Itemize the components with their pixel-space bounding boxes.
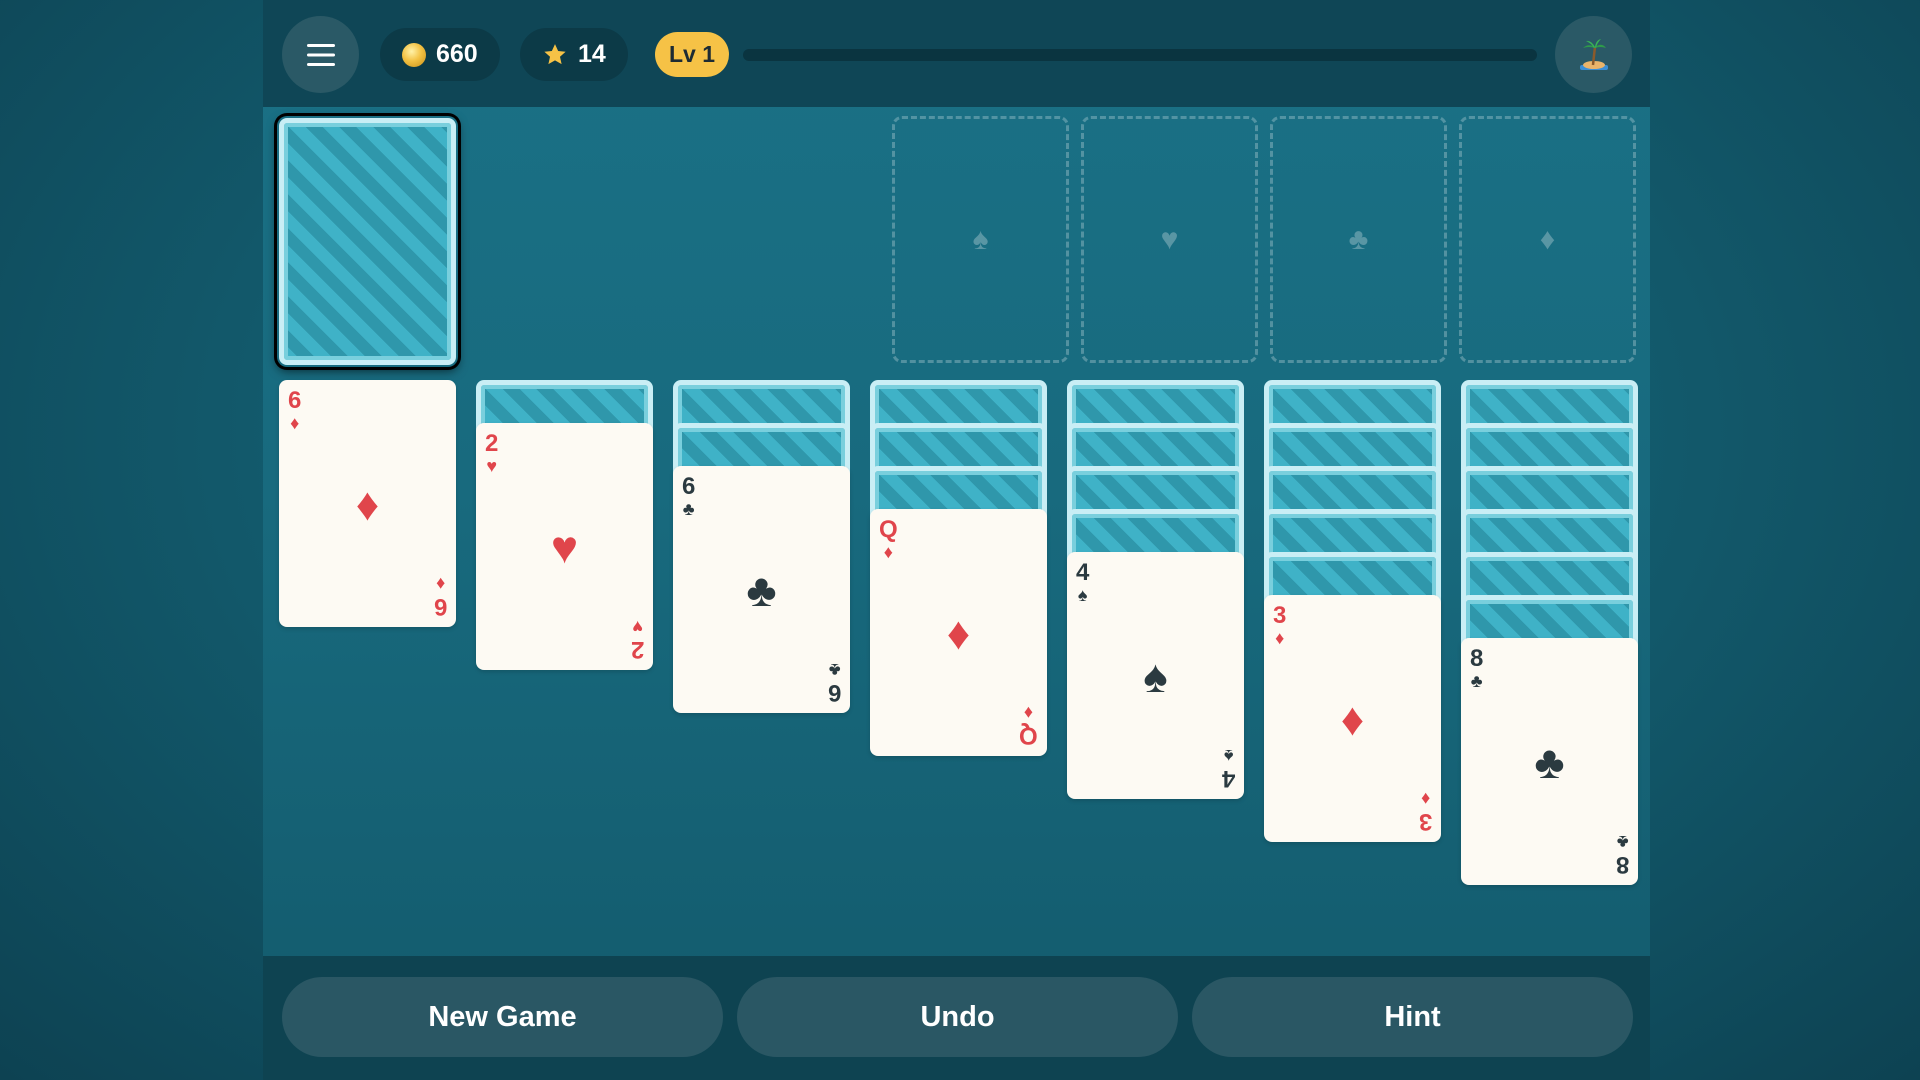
card-corner-bottom: 4 ♠ xyxy=(1221,746,1235,792)
card-suit-icon: ♦ xyxy=(883,542,893,562)
card-rank: 4 xyxy=(1221,765,1235,792)
card-rank: 8 xyxy=(1615,851,1629,878)
card-corner-top: 3 ♦ xyxy=(1273,602,1287,648)
card-rank: 2 xyxy=(630,636,644,663)
card-rank: 3 xyxy=(1273,602,1287,629)
clubs-placeholder-icon: ♣ xyxy=(1348,222,1369,256)
tableau-card[interactable]: 6 ♦ ♦ 6 ♦ xyxy=(279,380,456,627)
card-suit-icon: ♥ xyxy=(486,456,498,476)
card-center-suit-icon: ♦ xyxy=(355,477,380,530)
card-rank: 3 xyxy=(1418,808,1432,835)
hearts-placeholder-icon: ♥ xyxy=(1160,222,1179,256)
hamburger-icon xyxy=(306,43,335,66)
card-corner-top: 6 ♣ xyxy=(682,473,696,519)
star-counter: 14 xyxy=(520,28,628,81)
menu-button[interactable] xyxy=(282,16,359,93)
xp-progress-bar xyxy=(743,49,1537,61)
card-corner-bottom: 2 ♥ xyxy=(630,617,644,663)
card-rank: 8 xyxy=(1470,645,1484,672)
card-rank: 6 xyxy=(682,473,696,500)
stock-pile[interactable] xyxy=(277,116,458,367)
foundation-diamonds[interactable]: ♦ xyxy=(1459,116,1636,363)
foundation-hearts[interactable]: ♥ xyxy=(1081,116,1258,363)
tableau-card[interactable]: 6 ♣ ♣ 6 ♣ xyxy=(673,466,850,713)
card-rank: 6 xyxy=(827,679,841,706)
card-suit-icon: ♦ xyxy=(1275,628,1285,648)
card-center-suit-icon: ♣ xyxy=(1534,735,1565,788)
tableau-card[interactable]: Q ♦ ♦ Q ♦ xyxy=(870,509,1047,756)
game-board: 660 14 Lv 1 ♠ ♥ ♣ ♦ 6 ♦ ♦ 6 ♦ 2 ♥ ♥ 2 ♥ … xyxy=(263,0,1650,1080)
stock-card-back[interactable] xyxy=(279,118,456,365)
card-suit-icon: ♥ xyxy=(631,617,643,637)
undo-button[interactable]: Undo xyxy=(737,977,1178,1057)
card-suit-icon: ♠ xyxy=(1223,746,1234,766)
card-suit-icon: ♦ xyxy=(1420,789,1430,809)
card-suit-icon: ♦ xyxy=(1024,703,1034,723)
star-icon xyxy=(544,43,566,64)
card-rank: Q xyxy=(879,516,898,543)
top-bar: 660 14 Lv 1 xyxy=(263,0,1650,107)
card-suit-icon: ♣ xyxy=(1470,671,1483,691)
tableau-card[interactable]: 4 ♠ ♠ 4 ♠ xyxy=(1067,552,1244,799)
card-rank: 6 xyxy=(288,387,302,414)
card-corner-bottom: 3 ♦ xyxy=(1418,789,1432,835)
card-suit-icon: ♣ xyxy=(1616,832,1629,852)
card-center-suit-icon: ♥ xyxy=(550,520,579,573)
card-suit-icon: ♦ xyxy=(435,574,445,594)
tableau-card[interactable]: 3 ♦ ♦ 3 ♦ xyxy=(1264,595,1441,842)
foundation-clubs[interactable]: ♣ xyxy=(1270,116,1447,363)
star-count: 14 xyxy=(578,40,606,68)
card-rank: 2 xyxy=(485,430,499,457)
tableau-card[interactable]: 8 ♣ ♣ 8 ♣ xyxy=(1461,638,1638,885)
card-corner-bottom: Q ♦ xyxy=(1019,703,1038,749)
card-suit-icon: ♣ xyxy=(828,660,841,680)
card-corner-top: 2 ♥ xyxy=(485,430,499,476)
hint-button[interactable]: Hint xyxy=(1192,977,1633,1057)
card-center-suit-icon: ♦ xyxy=(946,606,971,659)
card-corner-top: 4 ♠ xyxy=(1076,559,1090,605)
card-suit-icon: ♠ xyxy=(1077,585,1088,605)
card-rank: 4 xyxy=(1076,559,1090,586)
coin-count: 660 xyxy=(436,40,478,68)
card-rank: 6 xyxy=(433,593,447,620)
card-suit-icon: ♣ xyxy=(682,499,695,519)
card-corner-bottom: 6 ♣ xyxy=(827,660,841,706)
coin-icon xyxy=(402,42,426,67)
card-corner-top: 8 ♣ xyxy=(1470,645,1484,691)
card-rank: Q xyxy=(1019,722,1038,749)
diamonds-placeholder-icon: ♦ xyxy=(1539,222,1556,256)
card-center-suit-icon: ♠ xyxy=(1143,649,1168,702)
level-badge: Lv 1 xyxy=(655,32,729,77)
new-game-button[interactable]: New Game xyxy=(282,977,723,1057)
tableau-card[interactable]: 2 ♥ ♥ 2 ♥ xyxy=(476,423,653,670)
card-corner-bottom: 6 ♦ xyxy=(433,574,447,620)
foundation-spades[interactable]: ♠ xyxy=(892,116,1069,363)
bottom-bar: New Game Undo Hint xyxy=(263,956,1650,1080)
card-corner-top: 6 ♦ xyxy=(288,387,302,433)
theme-button[interactable] xyxy=(1555,16,1632,93)
coin-counter: 660 xyxy=(380,28,500,81)
card-center-suit-icon: ♣ xyxy=(746,563,777,616)
spades-placeholder-icon: ♠ xyxy=(972,222,989,256)
card-corner-bottom: 8 ♣ xyxy=(1615,832,1629,878)
card-suit-icon: ♦ xyxy=(290,413,300,433)
card-corner-top: Q ♦ xyxy=(879,516,898,562)
island-icon xyxy=(1579,38,1608,70)
card-center-suit-icon: ♦ xyxy=(1340,692,1365,745)
